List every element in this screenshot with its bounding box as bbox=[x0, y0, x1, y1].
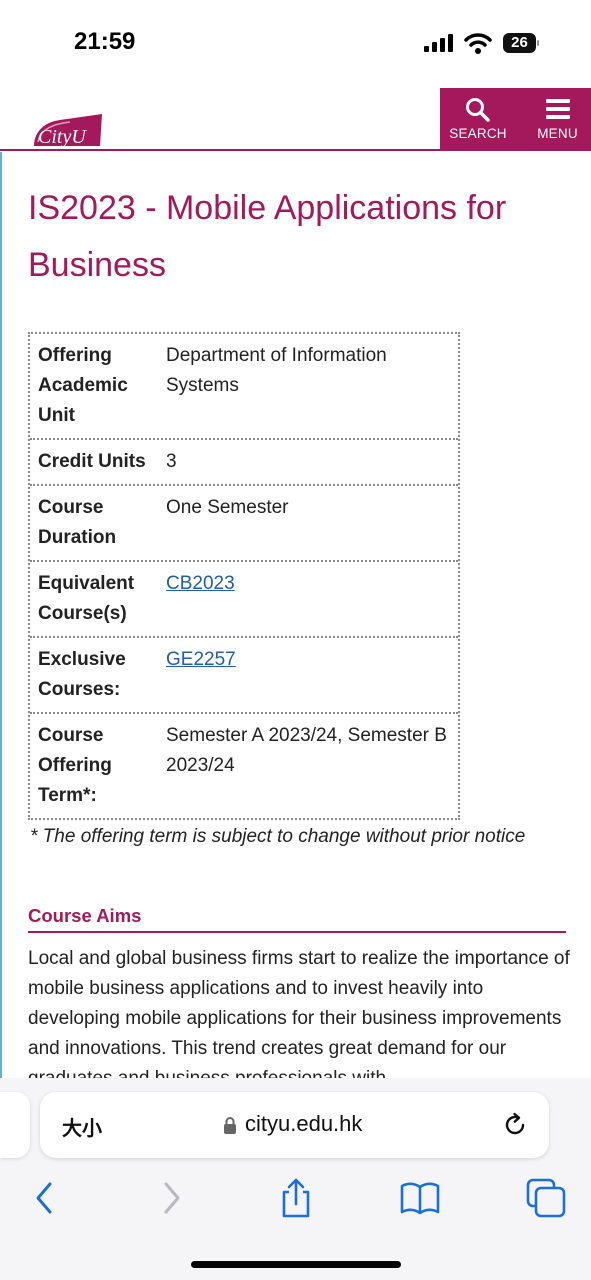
course-aims-text: Local and global business firms start to… bbox=[28, 948, 570, 1080]
battery-level: 26 bbox=[503, 33, 536, 53]
site-header: CityU SEARCH MENU bbox=[0, 88, 591, 152]
row-label: Equivalent Course(s) bbox=[38, 573, 135, 624]
cityu-logo[interactable]: CityU bbox=[30, 112, 104, 150]
course-aims-heading: Course Aims bbox=[28, 905, 566, 933]
table-row: Offering Academic Unit Department of Inf… bbox=[30, 334, 458, 440]
browser-bottom-bar: 大小 cityu.edu.hk bbox=[0, 1078, 591, 1280]
forward-icon[interactable] bbox=[150, 1176, 194, 1220]
left-accent-line bbox=[0, 152, 2, 1080]
signal-icon bbox=[424, 34, 453, 52]
status-time: 21:59 bbox=[74, 28, 136, 55]
row-label: Course Offering Term*: bbox=[38, 725, 112, 806]
header-divider bbox=[0, 149, 591, 151]
table-row: Equivalent Course(s) CB2023 bbox=[30, 562, 458, 638]
menu-label: MENU bbox=[537, 126, 578, 141]
menu-button[interactable]: MENU bbox=[524, 88, 591, 150]
table-row: Course Offering Term*: Semester A 2023/2… bbox=[30, 714, 458, 818]
equivalent-course-link[interactable]: CB2023 bbox=[166, 573, 235, 594]
row-value: GE2257 bbox=[158, 638, 458, 712]
search-label: SEARCH bbox=[449, 126, 507, 141]
row-label: Credit Units bbox=[38, 451, 146, 472]
share-icon[interactable] bbox=[274, 1176, 318, 1220]
row-label: Course Duration bbox=[38, 497, 117, 548]
offering-term-notice: * The offering term is subject to change… bbox=[30, 826, 526, 847]
address-bar[interactable]: 大小 cityu.edu.hk bbox=[40, 1092, 549, 1158]
row-label: Offering Academic Unit bbox=[38, 345, 128, 426]
tabs-icon[interactable] bbox=[524, 1176, 568, 1220]
wifi-icon bbox=[464, 33, 492, 54]
row-label: Exclusive Courses: bbox=[38, 649, 126, 700]
row-value: CB2023 bbox=[158, 562, 458, 636]
battery-icon: 26 bbox=[503, 33, 539, 53]
battery-tip bbox=[537, 40, 539, 46]
row-value: Department of Information Systems bbox=[166, 345, 387, 396]
row-value: Semester A 2023/24, Semester B 2023/24 bbox=[166, 725, 447, 776]
table-row: Course Duration One Semester bbox=[30, 486, 458, 562]
status-bar: 21:59 26 bbox=[0, 0, 591, 88]
bookmarks-icon[interactable] bbox=[398, 1176, 442, 1220]
search-button[interactable]: SEARCH bbox=[440, 88, 516, 150]
row-value: 3 bbox=[166, 451, 177, 472]
text-size-button[interactable]: 大小 bbox=[62, 1112, 102, 1141]
previous-tab-edge[interactable] bbox=[0, 1092, 30, 1158]
back-icon[interactable] bbox=[22, 1176, 66, 1220]
lock-icon bbox=[224, 1117, 236, 1134]
url-text: cityu.edu.hk bbox=[245, 1111, 363, 1136]
home-indicator bbox=[191, 1261, 401, 1268]
page-title: IS2023 - Mobile Applications for Busines… bbox=[28, 189, 507, 284]
menu-icon bbox=[545, 99, 570, 119]
reload-icon[interactable] bbox=[502, 1112, 528, 1138]
table-row: Credit Units 3 bbox=[30, 440, 458, 486]
logo-text: CityU bbox=[38, 126, 86, 148]
nav-box: SEARCH MENU bbox=[440, 88, 591, 150]
browser-toolbar bbox=[0, 1176, 591, 1220]
table-row: Exclusive Courses: GE2257 bbox=[30, 638, 458, 714]
course-info-table: Offering Academic Unit Department of Inf… bbox=[28, 332, 460, 820]
exclusive-course-link[interactable]: GE2257 bbox=[166, 649, 236, 670]
search-icon bbox=[466, 98, 490, 122]
row-value: One Semester bbox=[166, 497, 289, 518]
